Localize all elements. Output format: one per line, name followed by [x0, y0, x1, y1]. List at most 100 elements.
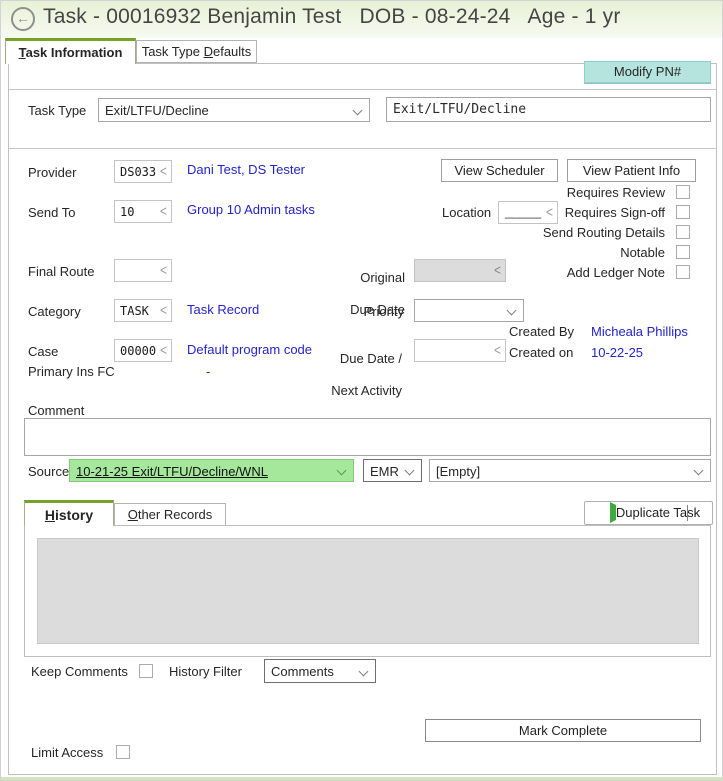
tab-task-type-defaults-pre: Task Type: [142, 44, 204, 59]
history-filter-value: Comments: [271, 664, 334, 679]
created-by-label: Created By: [509, 324, 574, 339]
modify-pn-button[interactable]: Modify PN#: [584, 61, 711, 83]
send-to-code-field[interactable]: 10 <: [114, 200, 172, 223]
back-arrow-icon[interactable]: ←: [11, 7, 35, 31]
dropdown-chevron-icon: [353, 106, 363, 116]
source-extra-value: [Empty]: [436, 464, 480, 479]
created-on-value: 10-22-25: [591, 345, 643, 360]
comment-label: Comment: [28, 403, 84, 418]
dropdown-chevron-icon: [337, 466, 347, 476]
send-routing-details-label: Send Routing Details: [465, 225, 665, 240]
notable-label: Notable: [465, 245, 665, 260]
category-code-value: TASK: [120, 304, 149, 318]
send-to-group-link[interactable]: Group 10 Admin tasks: [187, 202, 315, 217]
add-ledger-note-checkbox[interactable]: [676, 265, 690, 279]
duplicate-task-button[interactable]: Duplicate Task: [584, 501, 713, 525]
task-type-select-value: Exit/LTFU/Decline: [105, 103, 209, 118]
due-date-next-label-line1: Due Date /: [340, 351, 402, 366]
provider-code-value: DS033: [120, 165, 156, 179]
tab-other-records-key: O: [128, 507, 138, 522]
tab-task-information-key: T: [19, 45, 26, 60]
tab-other-records-label: ther Records: [138, 507, 212, 522]
source-select-value: 10-21-25 Exit/LTFU/Decline/WNL: [76, 464, 268, 479]
tab-other-records[interactable]: Other Records: [114, 503, 226, 526]
history-list-area[interactable]: [37, 538, 699, 644]
source-emr-select[interactable]: EMR: [363, 459, 422, 482]
lookup-chevron-icon: <: [160, 162, 167, 180]
source-extra-select[interactable]: [Empty]: [429, 459, 711, 482]
lookup-chevron-icon: <: [494, 341, 501, 359]
location-label: Location: [442, 205, 491, 220]
final-route-label: Final Route: [28, 264, 94, 279]
window-header: ← Task - 00016932 Benjamin Test DOB - 08…: [1, 1, 722, 38]
mark-complete-button[interactable]: Mark Complete: [425, 719, 701, 742]
limit-access-checkbox[interactable]: [116, 745, 130, 759]
lookup-chevron-icon: <: [494, 261, 501, 279]
lookup-chevron-icon: <: [160, 301, 167, 319]
tab-history[interactable]: History: [24, 500, 114, 526]
primary-ins-fc-value: -: [206, 364, 210, 379]
send-to-code-value: 10: [120, 205, 134, 219]
source-select[interactable]: 10-21-25 Exit/LTFU/Decline/WNL: [69, 459, 354, 482]
duplicate-task-icon-arrow: [610, 502, 616, 523]
tab-task-information[interactable]: Task Information: [5, 38, 136, 64]
lookup-chevron-icon: <: [160, 261, 167, 279]
category-label: Category: [28, 304, 81, 319]
requires-review-checkbox[interactable]: [676, 185, 690, 199]
case-code-value: 00000: [120, 344, 156, 358]
dropdown-chevron-icon: [507, 306, 517, 316]
history-filter-label: History Filter: [169, 664, 242, 679]
due-date-next-activity-label: Due Date / Next Activity: [282, 335, 402, 415]
page-title: Task - 00016932 Benjamin Test DOB - 08-2…: [43, 5, 621, 29]
original-due-date-label: Original Due Date: [285, 254, 405, 334]
mark-complete-label: Mark Complete: [519, 723, 607, 738]
original-due-date-label-line1: Original: [360, 270, 405, 285]
tab-task-type-defaults[interactable]: Task Type Defaults: [136, 40, 257, 63]
provider-code-field[interactable]: DS033 <: [114, 160, 172, 183]
divider-toolbar: [9, 89, 716, 90]
tab-history-key: H: [45, 507, 55, 523]
send-to-label: Send To: [28, 205, 75, 220]
lookup-chevron-icon: <: [160, 341, 167, 359]
location-field[interactable]: _____ <: [498, 201, 558, 224]
due-date-next-activity-field[interactable]: <: [414, 339, 506, 362]
category-code-field[interactable]: TASK <: [114, 299, 172, 322]
created-on-label: Created on: [509, 345, 573, 360]
view-scheduler-label: View Scheduler: [454, 163, 544, 178]
view-patient-info-label: View Patient Info: [583, 163, 680, 178]
send-routing-details-checkbox[interactable]: [676, 225, 690, 239]
view-patient-info-button[interactable]: View Patient Info: [567, 159, 696, 182]
keep-comments-checkbox[interactable]: [139, 664, 153, 678]
task-window: ← Task - 00016932 Benjamin Test DOB - 08…: [0, 0, 723, 781]
tab-history-label: istory: [55, 507, 93, 523]
requires-signoff-checkbox[interactable]: [676, 205, 690, 219]
priority-select[interactable]: [414, 299, 524, 322]
keep-comments-label: Keep Comments: [31, 664, 128, 679]
task-type-label: Task Type: [28, 103, 86, 118]
tab-task-information-label: ask Information: [26, 45, 123, 60]
requires-signoff-label: Requires Sign-off: [465, 205, 665, 220]
source-emr-value: EMR: [370, 464, 399, 479]
category-record-link[interactable]: Task Record: [187, 302, 259, 317]
view-scheduler-button[interactable]: View Scheduler: [441, 159, 558, 182]
final-route-field[interactable]: <: [114, 259, 172, 282]
created-by-value: Micheala Phillips: [591, 324, 688, 339]
lookup-chevron-icon: <: [546, 203, 553, 221]
source-label: Source: [28, 464, 69, 479]
dropdown-chevron-icon: [359, 667, 369, 677]
divider-task-type: [9, 148, 716, 149]
case-label: Case: [28, 344, 58, 359]
task-type-text-input[interactable]: [386, 97, 711, 122]
history-filter-select[interactable]: Comments: [264, 659, 376, 683]
primary-ins-fc-label: Primary Ins FC: [28, 364, 115, 379]
comment-textarea[interactable]: [24, 418, 711, 456]
provider-name-link[interactable]: Dani Test, DS Tester: [187, 162, 305, 177]
task-type-select[interactable]: Exit/LTFU/Decline: [98, 98, 370, 122]
original-due-date-field: <: [414, 259, 506, 282]
notable-checkbox[interactable]: [676, 245, 690, 259]
modify-pn-label: Modify PN#: [614, 64, 681, 79]
case-code-field[interactable]: 00000 <: [114, 339, 172, 362]
priority-label: Priority: [304, 304, 404, 319]
lookup-chevron-icon: <: [160, 202, 167, 220]
tab-task-type-defaults-label: efaults: [213, 44, 251, 59]
